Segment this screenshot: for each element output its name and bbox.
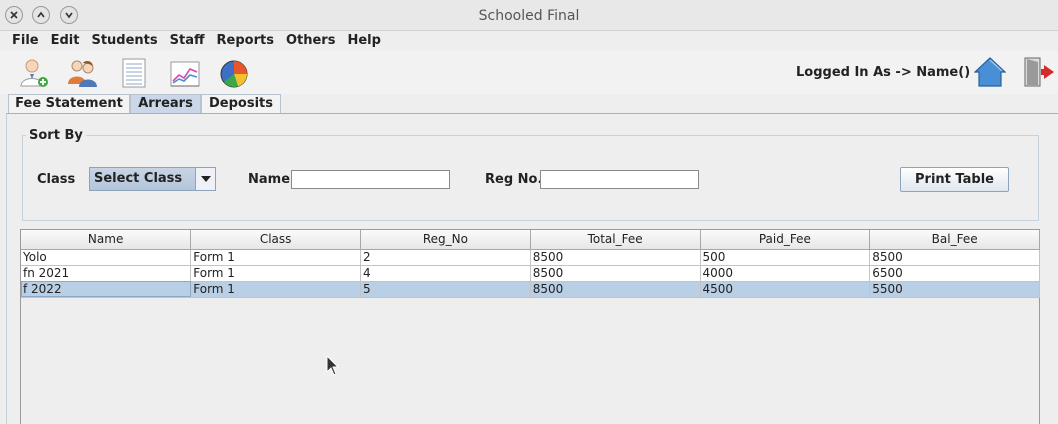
menu-staff[interactable]: Staff [164,31,211,51]
document-icon[interactable] [118,57,150,89]
cell-bal-fee[interactable]: 5500 [869,281,1040,298]
tab-fee-statement[interactable]: Fee Statement [8,94,130,113]
cell-name[interactable]: Yolo [21,249,192,266]
class-label: Class [37,172,76,187]
column-header-paid-fee[interactable]: Paid_Fee [700,230,871,250]
cell-name[interactable]: f 2022 [21,281,192,298]
column-header-name[interactable]: Name [21,230,192,250]
cell-total-fee[interactable]: 8500 [530,249,701,266]
cell-reg-no[interactable]: 2 [360,249,531,266]
column-header-class[interactable]: Class [190,230,361,250]
users-icon[interactable] [67,57,99,89]
column-header-bal-fee[interactable]: Bal_Fee [869,230,1040,250]
menu-others[interactable]: Others [280,31,342,51]
class-select-value: Select Class [94,171,183,186]
cell-reg-no[interactable]: 4 [360,265,531,282]
cell-paid-fee[interactable]: 4500 [700,281,871,298]
chevron-down-icon[interactable] [195,168,215,190]
menu-bar: File Edit Students Staff Reports Others … [0,31,1058,51]
home-icon[interactable] [974,56,1006,88]
cell-total-fee[interactable]: 8500 [530,265,701,282]
column-header-total-fee[interactable]: Total_Fee [530,230,701,250]
logged-in-label: Logged In As -> Name() [796,65,971,80]
cell-paid-fee[interactable]: 4000 [700,265,871,282]
mouse-cursor-icon [326,355,340,376]
pie-chart-icon[interactable] [218,57,250,89]
cell-reg-no[interactable]: 5 [360,281,531,298]
cell-class[interactable]: Form 1 [190,281,361,298]
menu-help[interactable]: Help [341,31,386,51]
name-label: Name [248,172,291,187]
table-row[interactable]: fn 2021 Form 1 4 8500 4000 6500 [21,265,1040,282]
cell-total-fee[interactable]: 8500 [530,281,701,298]
cell-name[interactable]: fn 2021 [21,265,192,282]
chart-icon[interactable] [169,57,201,89]
sort-by-title: Sort By [26,128,86,143]
tab-strip: Fee Statement Arrears Deposits [0,94,1058,113]
cell-class[interactable]: Form 1 [190,265,361,282]
tab-arrears[interactable]: Arrears [130,94,201,113]
class-select[interactable]: Select Class [89,167,216,191]
cell-bal-fee[interactable]: 6500 [869,265,1040,282]
name-input[interactable] [291,170,450,189]
menu-edit[interactable]: Edit [45,31,86,51]
column-header-reg-no[interactable]: Reg_No [360,230,531,250]
menu-file[interactable]: File [6,31,45,51]
cell-class[interactable]: Form 1 [190,249,361,266]
logout-icon[interactable] [1022,56,1054,88]
menu-reports[interactable]: Reports [211,31,280,51]
title-bar: Schooled Final [0,0,1058,31]
tab-deposits[interactable]: Deposits [201,94,281,113]
table-row-selected[interactable]: f 2022 Form 1 5 8500 4500 5500 [21,281,1040,298]
reg-no-label: Reg No. [485,172,543,187]
table-header-row: Name Class Reg_No Total_Fee Paid_Fee Bal… [21,230,1040,250]
window-title: Schooled Final [478,8,580,24]
menu-students[interactable]: Students [85,31,163,51]
print-table-button[interactable]: Print Table [900,167,1009,192]
cell-bal-fee[interactable]: 8500 [869,249,1040,266]
cell-paid-fee[interactable]: 500 [700,249,871,266]
add-student-icon[interactable] [18,57,50,89]
table-row[interactable]: Yolo Form 1 2 8500 500 8500 [21,249,1040,266]
arrears-table: Name Class Reg_No Total_Fee Paid_Fee Bal… [20,229,1040,424]
reg-no-input[interactable] [540,170,699,189]
